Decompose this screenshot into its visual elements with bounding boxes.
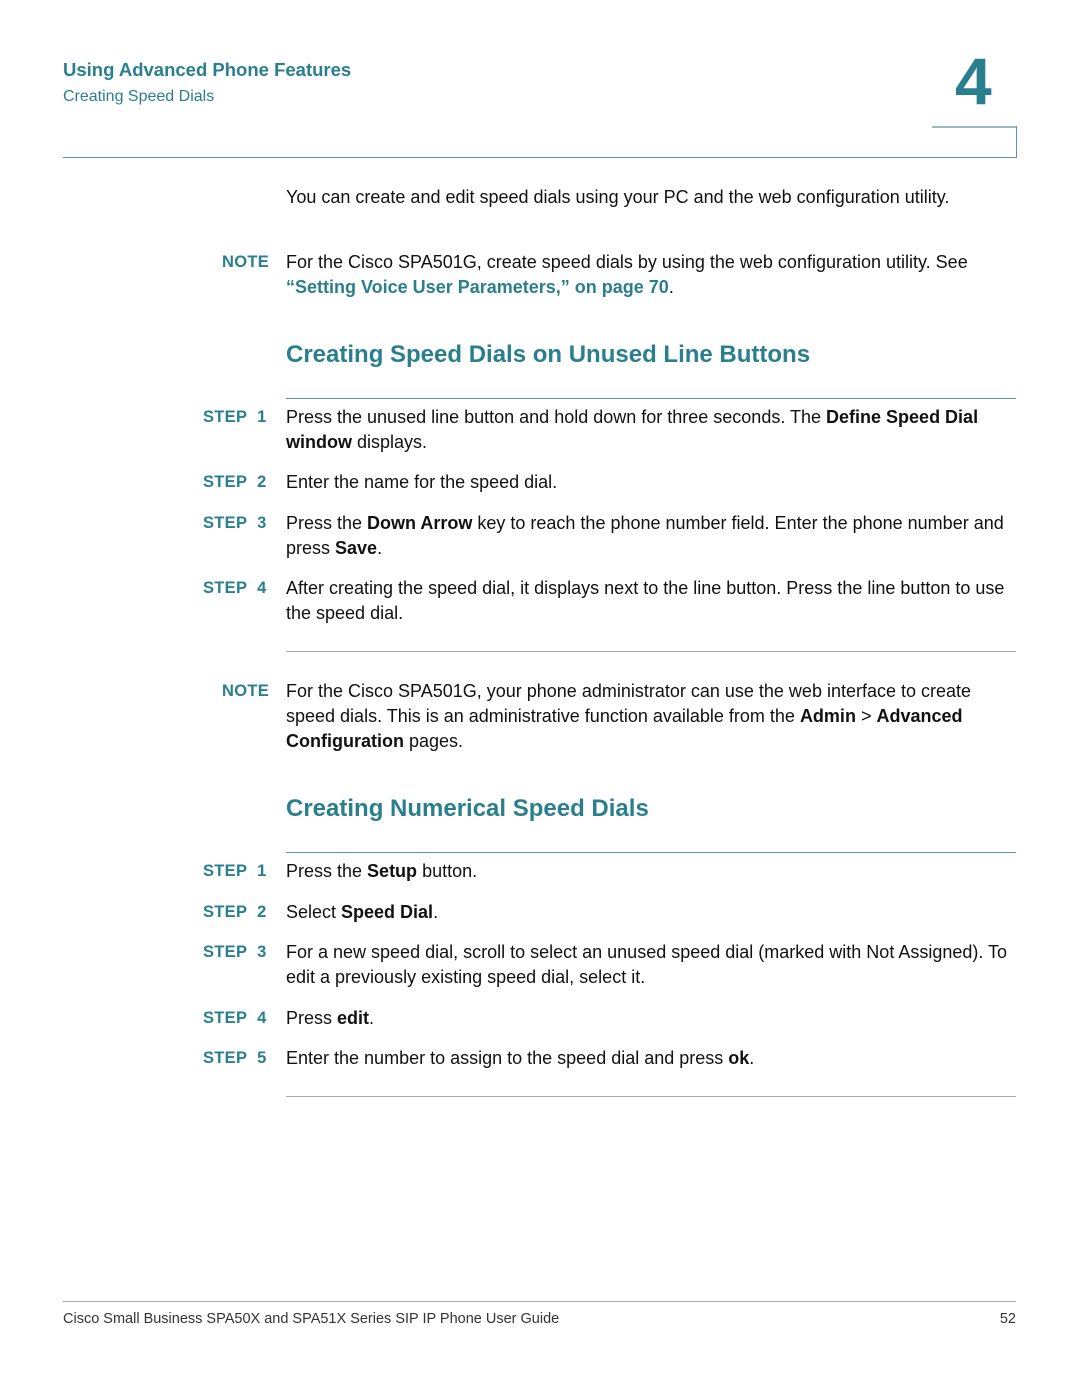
step-text: .	[749, 1048, 755, 1068]
step-text: Press the unused line button and hold do…	[286, 407, 827, 427]
step-text: button.	[417, 861, 478, 881]
step-label: STEP 4	[203, 1009, 267, 1027]
step-5-text: Enter the number to assign to the speed …	[286, 1046, 1021, 1071]
emphasized-term: edit	[337, 1008, 370, 1028]
step-text: >	[855, 706, 877, 726]
step-2-text: Enter the name for the speed dial.	[286, 470, 1021, 495]
emphasized-term: Admin	[799, 706, 856, 726]
step-text: Press the	[286, 861, 368, 881]
section-end-divider	[286, 1096, 1016, 1097]
section-heading-numerical-speed-dials: Creating Numerical Speed Dials	[286, 795, 649, 822]
note-paragraph: For the Cisco SPA501G, create speed dial…	[286, 250, 1021, 300]
step-label: STEP 3	[203, 514, 267, 532]
chapter-box-side	[1016, 126, 1017, 158]
step-label: STEP 4	[203, 579, 267, 597]
step-text: Press the	[286, 513, 368, 533]
emphasized-term: Setup	[367, 861, 418, 881]
step-text: .	[369, 1008, 375, 1028]
step-2-text: Select Speed Dial.	[286, 900, 1021, 925]
emphasized-term: Save	[335, 538, 378, 558]
footer-page-number: 52	[999, 1311, 1016, 1327]
emphasized-term: Speed Dial	[341, 902, 434, 922]
step-1-text: Press the unused line button and hold do…	[286, 405, 1021, 455]
section-divider	[286, 398, 1016, 399]
chapter-title: Using Advanced Phone Features	[63, 59, 352, 80]
intro-paragraph: You can create and edit speed dials usin…	[286, 187, 950, 207]
emphasized-term: Down Arrow	[367, 513, 473, 533]
note-label: NOTE	[222, 253, 270, 271]
step-3-text: For a new speed dial, scroll to select a…	[286, 940, 1021, 990]
note-label: NOTE	[222, 682, 270, 700]
cross-reference-link[interactable]: “Setting Voice User Parameters,” on page…	[286, 277, 669, 297]
section-heading-unused-line-buttons: Creating Speed Dials on Unused Line Butt…	[286, 341, 811, 368]
step-text: For a new speed dial, scroll to select a…	[286, 942, 1008, 987]
step-1-text: Press the Setup button.	[286, 859, 1021, 884]
step-text: displays.	[352, 432, 428, 452]
step-4-text: Press edit.	[286, 1006, 1021, 1031]
note-end: .	[668, 277, 674, 297]
step-text: Press	[286, 1008, 338, 1028]
note-paragraph-admin: For the Cisco SPA501G, your phone admini…	[286, 679, 1021, 754]
footer-divider	[63, 1301, 1016, 1302]
step-label: STEP 3	[203, 943, 267, 961]
step-4-text: After creating the speed dial, it displa…	[286, 576, 1021, 626]
step-text: Enter the number to assign to the speed …	[286, 1048, 729, 1068]
section-divider	[286, 852, 1016, 853]
footer-guide-title: Cisco Small Business SPA50X and SPA51X S…	[63, 1311, 560, 1327]
step-label: STEP 2	[203, 473, 267, 491]
step-text: Enter the name for the speed dial.	[286, 472, 558, 492]
chapter-number: 4	[955, 44, 992, 118]
section-end-divider	[286, 651, 1016, 652]
step-label: STEP 2	[203, 903, 267, 921]
step-3-text: Press the Down Arrow key to reach the ph…	[286, 511, 1021, 561]
chapter-box-top	[932, 126, 1016, 128]
step-label: STEP 1	[203, 862, 267, 880]
step-label: STEP 1	[203, 408, 267, 426]
section-subtitle: Creating Speed Dials	[63, 88, 215, 105]
step-label: STEP 5	[203, 1049, 267, 1067]
step-text: Select	[286, 902, 342, 922]
step-text: pages.	[403, 731, 464, 751]
note-text: For the Cisco SPA501G, create speed dial…	[286, 252, 968, 272]
header-divider	[63, 157, 1016, 158]
step-text: After creating the speed dial, it displa…	[286, 578, 1005, 623]
step-text: .	[377, 538, 383, 558]
emphasized-term: ok	[728, 1048, 750, 1068]
step-text: .	[433, 902, 439, 922]
